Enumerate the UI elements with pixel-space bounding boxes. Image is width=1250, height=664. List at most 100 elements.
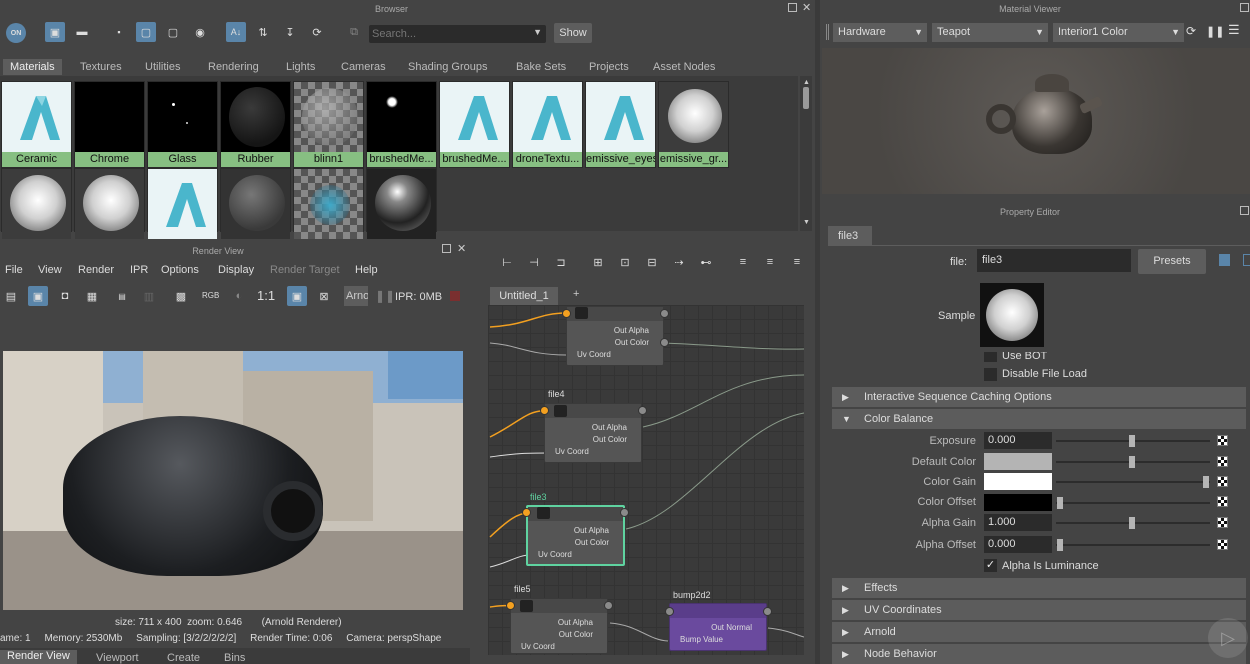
port-out-normal[interactable]: Out Normal [670,622,766,634]
alpha-offset-slider[interactable] [1056,539,1210,551]
tab-bins[interactable]: Bins [224,652,245,664]
port-dot[interactable] [660,338,669,347]
copy-tab-icon[interactable] [1243,254,1250,266]
focus-icon[interactable] [1219,254,1230,266]
slider-knob[interactable] [1203,476,1209,488]
color-offset-slider[interactable] [1056,497,1210,509]
shape-dropdown[interactable]: Teapot ▼ [932,23,1048,42]
tab-materials[interactable]: Materials [3,59,62,75]
port-dot[interactable] [540,406,549,415]
port-out-alpha[interactable]: Out Alpha [528,525,623,537]
material-thumb-rubber[interactable]: Rubber [220,81,291,168]
material-thumb-ceramic[interactable]: Ceramic [1,81,72,168]
menu-display[interactable]: Display [218,264,254,276]
color-gain-swatch[interactable] [984,473,1052,490]
tab-lights[interactable]: Lights [286,59,315,75]
exposure-field[interactable]: 0.000 [984,432,1052,449]
port-dot[interactable] [506,601,515,610]
port-out-alpha[interactable]: Out Alpha [567,325,663,337]
refresh-icon[interactable]: ⟳ [307,22,327,42]
ipr-render-icon[interactable]: ▤ [112,286,132,306]
slider-knob[interactable] [1057,497,1063,509]
default-color-slider[interactable] [1056,456,1210,468]
material-thumb[interactable] [220,168,291,239]
port-uv-coord[interactable]: Uv Coord [545,446,641,458]
port-dot[interactable] [604,601,613,610]
slider-knob[interactable] [1057,539,1063,551]
tab-create[interactable]: Create [167,652,200,664]
small-icons-icon[interactable]: ▪ [109,22,129,42]
port-uv-coord[interactable]: Uv Coord [567,349,663,361]
tab-bake-sets[interactable]: Bake Sets [516,59,566,75]
slider-knob[interactable] [1129,435,1135,447]
material-thumb-drone-texture[interactable]: droneTextu... [512,81,583,168]
rgb-channel-button[interactable]: RGB [202,291,219,300]
alpha-channel-icon[interactable]: ◐ [229,286,249,306]
alpha-offset-field[interactable]: 0.000 [984,536,1052,553]
sort-alpha-icon[interactable]: A↓ [226,22,246,42]
material-thumb-blinn1[interactable]: blinn1 [293,81,364,168]
render-image[interactable] [3,351,463,610]
medium-icons-icon[interactable]: ▢ [136,22,156,42]
map-button-icon[interactable] [1217,539,1228,550]
tab-asset-nodes[interactable]: Asset Nodes [653,59,715,75]
graph-both-icon[interactable]: ⊣ [524,252,544,272]
bump2d2-node[interactable]: Out Normal Bump Value [669,603,767,651]
keep-image-icon[interactable]: ▣ [287,286,307,306]
on-toggle-button[interactable]: ON [6,23,26,43]
render-clapper-icon[interactable]: ▤ [1,286,21,306]
sort-type-icon[interactable]: ⇅ [253,22,273,42]
sort-time-icon[interactable]: ↧ [280,22,300,42]
simple-mode-icon[interactable]: ≡ [733,252,753,272]
map-button-icon[interactable] [1217,456,1228,467]
port-out-alpha[interactable]: Out Alpha [511,617,607,629]
alpha-gain-field[interactable]: 1.000 [984,514,1052,531]
scrollbar[interactable]: ▲ ▼ [800,76,812,231]
alpha-gain-slider[interactable] [1056,517,1210,529]
port-out-color[interactable]: Out Color [545,434,641,446]
menu-file[interactable]: File [5,264,23,276]
list-view-icon[interactable]: ▬ [72,22,92,42]
options-icon[interactable]: ☰ [1228,22,1240,38]
material-thumb[interactable] [1,168,72,239]
dependency-icon[interactable]: ⧉ [344,22,364,42]
disable-file-load-checkbox[interactable] [984,368,997,381]
search-input[interactable]: ▼ [369,25,546,43]
port-out-color[interactable]: Out Color [528,537,623,549]
port-bump-value[interactable]: Bump Value [670,634,766,646]
refresh-ipr-icon[interactable]: ▥ [139,286,159,306]
grid-view-icon[interactable]: ▣ [45,22,65,42]
map-button-icon[interactable] [1217,476,1228,487]
tab-rendering[interactable]: Rendering [208,59,259,75]
close-icon[interactable]: ✕ [802,1,811,14]
swatch-icon[interactable]: ◉ [190,22,210,42]
full-mode-icon[interactable]: ≡ [787,252,807,272]
graph-input-icon[interactable]: ⊢ [497,252,517,272]
tab-untitled-1[interactable]: Untitled_1 [490,287,558,305]
material-thumb-chrome[interactable]: Chrome [74,81,145,168]
use-bot-checkbox[interactable] [984,352,997,362]
renderer-dropdown[interactable]: Hardware ▼ [833,23,927,42]
presets-button[interactable]: Presets [1138,249,1206,274]
material-thumb-brushed-metal-1[interactable]: brushedMe... [366,81,437,168]
handle-icon[interactable] [826,24,829,40]
material-thumb[interactable] [74,168,145,239]
tab-cameras[interactable]: Cameras [341,59,386,75]
slider-knob[interactable] [1129,456,1135,468]
material-thumb-emissive-eyes[interactable]: emissive_eyes [585,81,656,168]
tab-textures[interactable]: Textures [80,59,122,75]
port-dot[interactable] [620,508,629,517]
environment-dropdown[interactable]: Interior1 Color ▼ [1053,23,1184,42]
port-dot[interactable] [665,607,674,616]
map-button-icon[interactable] [1217,435,1228,446]
material-thumb-brushed-metal-2[interactable]: brushedMe... [439,81,510,168]
menu-render-target[interactable]: Render Target [270,264,340,276]
section-arnold[interactable]: ▶ Arnold [832,622,1246,642]
renderer-chip[interactable]: Arnold [344,286,368,306]
map-button-icon[interactable] [1217,517,1228,528]
port-dot[interactable] [638,406,647,415]
add-tab-button[interactable]: + [573,288,579,300]
file-name-field[interactable]: file3 [977,249,1131,272]
section-color-balance[interactable]: ▼ Color Balance [832,409,1246,429]
layout-icon[interactable]: ⇢ [669,252,689,272]
